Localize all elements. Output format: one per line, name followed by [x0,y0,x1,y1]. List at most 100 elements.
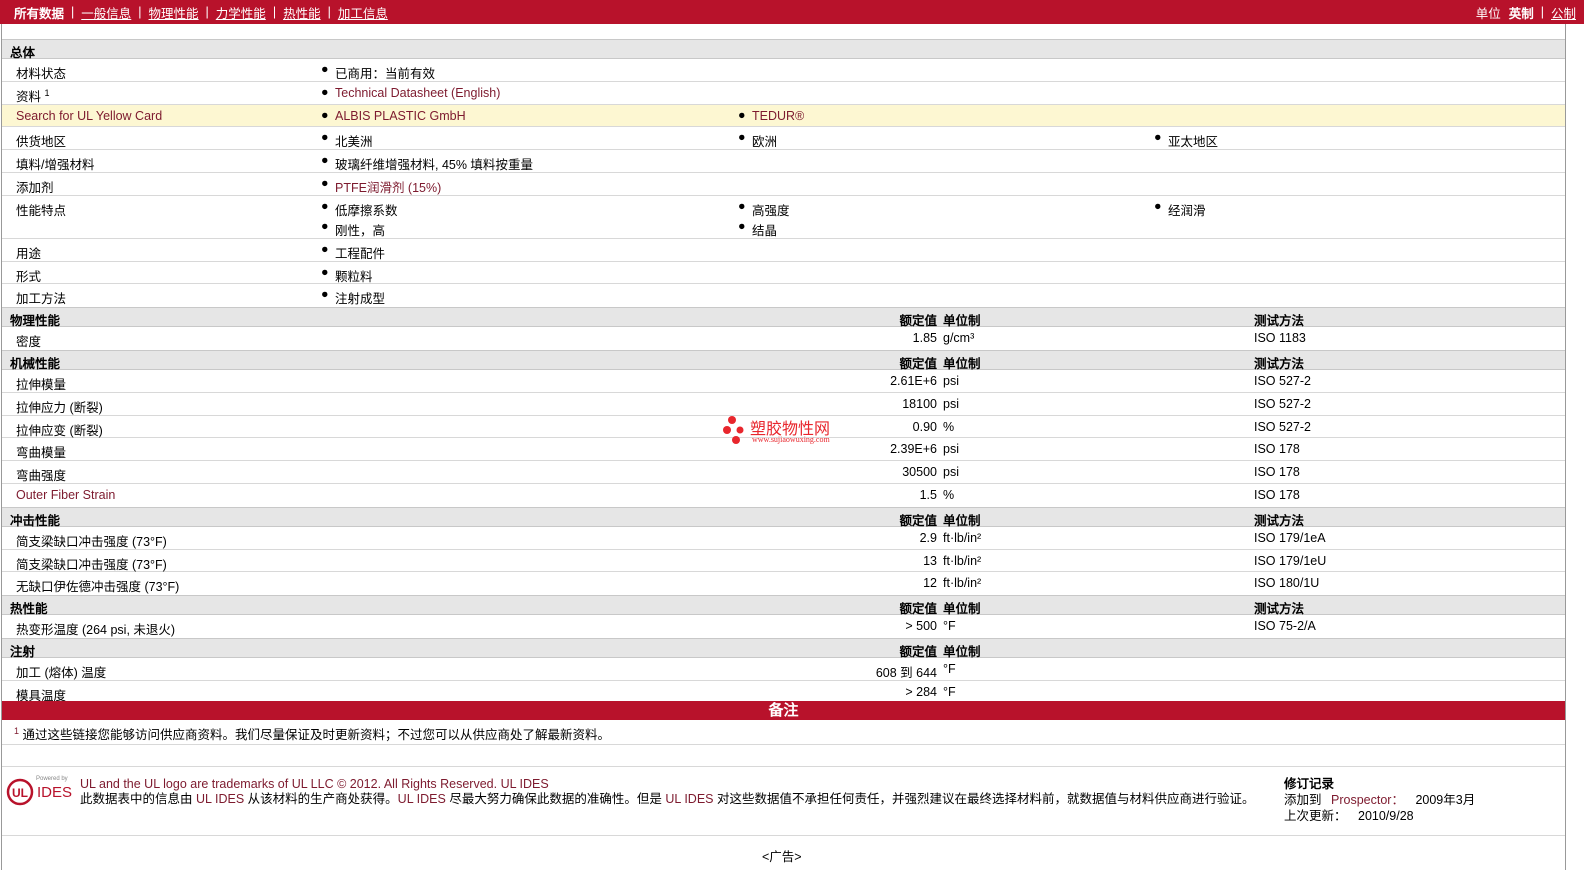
row-label: 加工方法 [16,292,67,307]
row-unit: psi [943,442,959,457]
row-uses: 用途 ● 工程配件 [2,239,1565,262]
footnote-text: 通过这些链接您能够访问供应商资料。我们尽量保证及时更新资料；不过您可以从供应商处… [22,728,611,742]
nav-processing[interactable]: 加工信息 [338,3,388,22]
row-material-status: 材料状态 ● 已商用：当前有效 [2,59,1565,82]
row-availability: 供货地区 ● 北美洲 ● 欧洲 ● 亚太地区 [2,127,1565,151]
cell-value: 刚性，高 [335,223,386,238]
row-test: ISO 178 [1254,442,1300,457]
row-unit: °F [943,661,956,676]
ul-ides-link[interactable]: UL IDES [665,792,713,806]
table-row: 简支梁缺口冲击强度 (73°F) 13 ft·lb/in² ISO 179/1e… [2,550,1565,573]
row-value: 0.90 [912,419,937,434]
row-unit: ft·lb/in² [943,553,982,568]
section-mechanical: 机械性能 额定值 单位制 测试方法 [2,349,1565,371]
brand-link[interactable]: TEDUR® [752,109,804,123]
ul-ides-link[interactable]: UL IDES [398,792,446,806]
row-unit: psi [943,396,959,411]
row-label: 拉伸模量 [16,377,67,392]
row-additive: 添加剂 ● PTFE润滑剂 (15%) [2,173,1565,196]
table-row: 热变形温度 (264 psi, 未退火) > 500 °F ISO 75-2/A [2,615,1565,638]
cell-value: 玻璃纤维增强材料, 45% 填料按重量 [335,158,533,173]
row-documents: 资料 1 ● Technical Datasheet (English) [2,82,1565,105]
row-unit: % [943,419,955,434]
supplier-link[interactable]: ALBIS PLASTIC GmbH [335,109,466,123]
cell-value: 北美洲 [335,135,373,150]
datasheet-table: 总体 材料状态 ● 已商用：当前有效 资料 1 ● Technical Datash… [2,39,1565,704]
nav-mechanical[interactable]: 力学性能 [216,3,266,22]
row-unit: ft·lb/in² [943,530,982,545]
row-value: 2.39E+6 [890,442,937,457]
section-thermal: 热性能 额定值 单位制 测试方法 [2,595,1565,616]
table-row: Outer Fiber Strain 1.5 % ISO 178 [2,484,1565,507]
nav-physical[interactable]: 物理性能 [149,3,199,22]
nav-all-data[interactable]: 所有数据 [14,3,64,22]
cell-value: 已商用：当前有效 [335,67,436,81]
row-test: ISO 178 [1254,465,1300,480]
row-test: ISO 179/1eA [1254,530,1326,545]
unit-english[interactable]: 英制 [1509,3,1534,22]
row-test: ISO 179/1eU [1254,553,1327,568]
notes-header: 备注 [2,701,1565,720]
row-label: 填料/增强材料 [16,158,95,173]
row-label: 形式 [16,269,42,284]
ul-ides-link[interactable]: UL IDES [196,792,244,806]
table-row: 无缺口伊佐德冲击强度 (73°F) 12 ft·lb/in² ISO 180/1… [2,572,1565,595]
section-general: 总体 [2,39,1565,60]
ul-logo-icon: UL [6,778,34,806]
row-test: ISO 527-2 [1254,419,1311,434]
footer-text: UL and the UL logo are trademarks of UL … [80,777,1260,807]
logo-text: IDES [37,784,73,801]
nav-general-info[interactable]: 一般信息 [81,3,131,22]
row-unit: psi [943,373,959,388]
footer-line1: UL and the UL logo are trademarks of UL … [80,777,498,791]
additive-link[interactable]: PTFE润滑剂 (15%) [335,181,441,195]
row-form: 形式 ● 颗粒料 [2,262,1565,285]
row-label: 简支梁缺口冲击强度 (73°F) [16,534,167,549]
footnote-ref[interactable]: 1 [45,88,50,98]
revision-title: 修订记录 [1284,777,1335,791]
section-nav: 所有数据 | 一般信息 | 物理性能 | 力学性能 | 热性能 | 加工信息 [14,3,388,22]
row-unit: g/cm³ [943,331,975,346]
row-label: 用途 [16,246,42,261]
revision-history: 修订记录 添加到 Prospector： 2009年3月 上次更新： 2010/… [1284,776,1475,824]
yellow-card-link[interactable]: Search for UL Yellow Card [16,109,162,123]
row-test: ISO 527-2 [1254,396,1311,411]
table-row: 弯曲强度 30500 psi ISO 178 [2,461,1565,484]
cell-value: 经润滑 [1168,203,1206,218]
row-label: 弯曲模量 [16,446,67,461]
footnote: 1 通过这些链接您能够访问供应商资料。我们尽量保证及时更新资料；不过您可以从供应… [14,724,1554,743]
row-value: 1.5 [919,487,937,502]
rev-added-date: 2009年3月 [1415,793,1476,807]
nav-thermal[interactable]: 热性能 [283,3,321,22]
row-processing-method: 加工方法 ● 注射成型 [16,287,386,307]
cell-value: 欧洲 [752,135,778,150]
cell-value: 低摩擦系数 [335,203,398,218]
row-label: 弯曲强度 [16,469,67,484]
table-row: 简支梁缺口冲击强度 (73°F) 2.9 ft·lb/in² ISO 179/1… [2,527,1565,550]
rev-updated-date: 2010/9/28 [1358,809,1414,823]
footer-text-b: 从该材料的生产商处获得。 [247,792,398,806]
row-value: 18100 [902,396,937,411]
row-value: 2.61E+6 [890,373,937,388]
unit-metric[interactable]: 公制 [1551,3,1576,22]
ul-ides-link[interactable]: UL IDES [501,777,549,791]
unit-switch: 单位 英制 | 公制 [1476,3,1576,22]
row-unit: ft·lb/in² [943,576,982,591]
row-label: 无缺口伊佐德冲击强度 (73°F) [16,580,180,595]
row-label: 拉伸应力 (断裂) [16,400,103,415]
row-value: 13 [923,553,937,568]
ul-ides-logo: UL Powered by IDES [6,776,72,808]
watermark: 塑胶物性网 www.sujiaowuxing.com [722,413,852,450]
row-label: 性能特点 [16,203,67,218]
row-unit: °F [943,684,956,699]
table-row: 加工 (熔体) 温度 608 到 644 °F [2,658,1565,681]
row-value: 2.9 [919,530,937,545]
datasheet-link[interactable]: Technical Datasheet (English) [335,86,500,100]
cell-value: 高强度 [752,203,790,218]
cell-value: 工程配件 [335,246,386,261]
cell-value: 亚太地区 [1168,135,1219,150]
prospector-link[interactable]: Prospector： [1331,793,1404,807]
row-label: 简支梁缺口冲击强度 (73°F) [16,557,167,572]
outer-fiber-strain-link[interactable]: Outer Fiber Strain [16,488,115,502]
row-label: 材料状态 [16,67,67,81]
